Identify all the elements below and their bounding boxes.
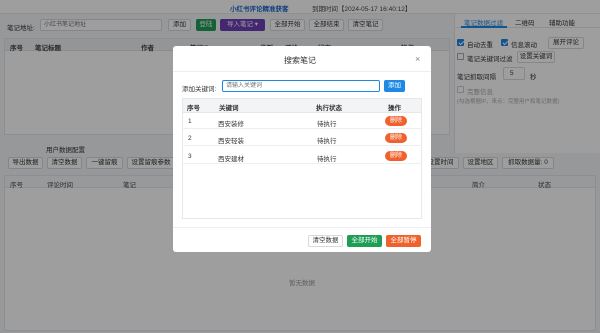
add-keyword-button[interactable]: 添加 bbox=[384, 80, 405, 92]
dialog-title: 搜索笔记 bbox=[284, 56, 316, 65]
row-status: 待执行 bbox=[317, 156, 337, 163]
delete-button[interactable]: 删除 bbox=[385, 116, 407, 126]
delete-button[interactable]: 删除 bbox=[385, 133, 407, 143]
clear-data-button[interactable]: 清空数据 bbox=[308, 235, 343, 247]
keyword-input[interactable] bbox=[222, 80, 380, 92]
row-index: 3 bbox=[188, 153, 192, 160]
row-status: 待执行 bbox=[317, 138, 337, 145]
pause-all-button[interactable]: 全部暂停 bbox=[386, 235, 421, 247]
start-all-button[interactable]: 全部开始 bbox=[347, 235, 382, 247]
row-index: 2 bbox=[188, 135, 192, 142]
col-index: 序号 bbox=[187, 105, 200, 112]
col-keyword: 关键词 bbox=[219, 105, 239, 112]
delete-button[interactable]: 删除 bbox=[385, 151, 407, 161]
keyword-row: 2 西安轻装 待执行 删除 bbox=[182, 130, 422, 146]
close-icon[interactable]: × bbox=[415, 54, 420, 64]
search-notes-dialog: 搜索笔记 × 添加关键词: 添加 序号 关键词 执行状态 操作 1 西安装修 待… bbox=[173, 46, 431, 252]
dialog-divider bbox=[173, 71, 431, 72]
row-keyword: 西安装修 bbox=[218, 121, 244, 128]
row-keyword: 西安轻装 bbox=[218, 138, 244, 145]
keyword-table-header: 序号 关键词 执行状态 操作 bbox=[183, 99, 421, 113]
dialog-footer-divider bbox=[173, 227, 431, 228]
keyword-row: 3 西安建材 待执行 删除 bbox=[182, 148, 422, 164]
row-keyword: 西安建材 bbox=[218, 156, 244, 163]
row-index: 1 bbox=[188, 118, 192, 125]
col-action: 操作 bbox=[388, 105, 401, 112]
keyword-label: 添加关键词: bbox=[182, 86, 217, 93]
col-exec-status: 执行状态 bbox=[316, 105, 342, 112]
keyword-row: 1 西安装修 待执行 删除 bbox=[182, 113, 422, 129]
row-status: 待执行 bbox=[317, 121, 337, 128]
